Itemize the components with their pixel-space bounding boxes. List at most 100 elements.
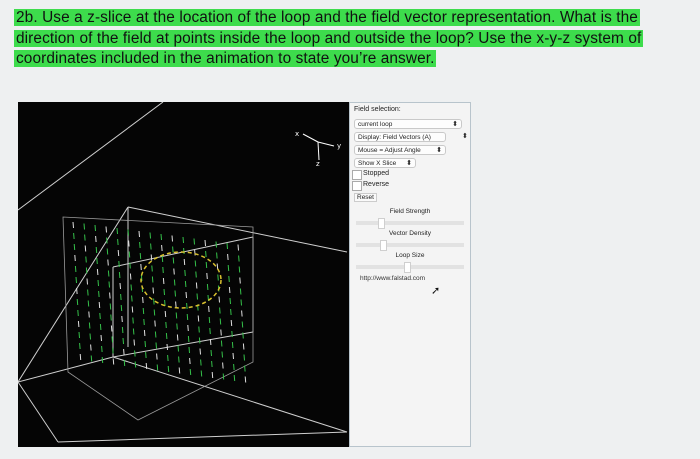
field-vector	[161, 255, 164, 263]
field-vector	[143, 329, 146, 337]
field-vector	[107, 270, 110, 277]
reverse-label: Reverse	[363, 181, 390, 188]
field-vector	[142, 296, 144, 304]
field-vector	[231, 341, 234, 349]
field-vector	[241, 321, 244, 328]
field-vector	[167, 365, 170, 373]
field-vector	[155, 342, 157, 349]
box-edge	[112, 356, 348, 433]
field-vector	[238, 255, 240, 262]
stopped-checkbox[interactable]	[352, 170, 362, 180]
field-vector	[151, 276, 154, 283]
field-3d-view[interactable]: x y z	[18, 102, 349, 447]
field-vector	[83, 223, 85, 230]
field-vector	[228, 275, 230, 283]
field-vector	[98, 290, 100, 298]
field-vector	[129, 262, 131, 269]
field-vector	[151, 265, 153, 272]
field-vector	[217, 274, 219, 281]
field-vector	[111, 336, 113, 343]
loop-size-slider[interactable]	[356, 262, 464, 273]
field-vector	[200, 359, 202, 366]
field-vector	[239, 277, 241, 284]
field-vector	[132, 328, 135, 335]
vector-density-handle[interactable]	[380, 240, 387, 251]
field-vector	[226, 242, 228, 250]
field-vector	[128, 251, 131, 258]
question-line-2: direction of the field at points inside …	[14, 29, 644, 47]
field-vector	[75, 276, 77, 284]
field-vector	[85, 256, 87, 263]
field-vector	[85, 267, 88, 274]
field-vector	[227, 264, 230, 272]
field-vector	[173, 279, 176, 286]
field-vector	[193, 238, 195, 245]
reset-button[interactable]: Reset	[354, 193, 377, 202]
field-vector	[121, 326, 124, 334]
field-vector	[197, 315, 200, 322]
field-vector	[230, 319, 233, 327]
y-axis-line	[317, 141, 335, 147]
field-vector	[72, 221, 74, 229]
field-vector	[166, 343, 168, 351]
reverse-checkbox[interactable]	[352, 181, 362, 191]
mouse-mode-value: Mouse = Adjust Angle	[358, 147, 421, 154]
field-vector	[99, 312, 101, 320]
field-vector	[123, 359, 126, 367]
field-vector	[122, 337, 124, 345]
field-vector	[222, 362, 224, 369]
field-vector	[185, 291, 187, 299]
field-vector	[174, 290, 176, 297]
field-vector	[106, 248, 109, 255]
field-vector	[117, 238, 119, 246]
field-vector	[142, 307, 145, 315]
field-vector	[94, 224, 96, 232]
field-vector	[116, 227, 118, 235]
field-vector	[194, 249, 196, 256]
field-vector	[144, 340, 146, 348]
field-vector	[209, 327, 211, 335]
field-vector	[134, 361, 137, 368]
field-vector	[145, 362, 148, 370]
vector-density-slider[interactable]	[356, 240, 464, 251]
slice-plane	[62, 216, 254, 421]
field-vector	[165, 321, 167, 329]
field-vector	[238, 266, 241, 273]
falstad-link[interactable]: http://www.falstad.com	[360, 275, 425, 282]
field-vector	[89, 333, 91, 340]
field-vector	[183, 247, 185, 255]
field-vector	[97, 279, 99, 287]
field-vector	[90, 355, 93, 362]
field-vector	[199, 348, 201, 355]
field-vector	[204, 239, 206, 247]
field-vector	[74, 265, 77, 273]
field-vector	[145, 351, 147, 359]
field-vector	[109, 292, 111, 299]
field-vector	[167, 354, 169, 362]
field-vector	[95, 246, 98, 254]
field-visualization-canvas[interactable]: x y z	[18, 102, 349, 447]
field-strength-handle[interactable]	[378, 218, 385, 229]
field-vector	[208, 305, 210, 313]
field-vector	[243, 354, 245, 361]
mouse-mode-dropdown[interactable]: Mouse = Adjust Angle ⬍	[354, 145, 446, 155]
field-vector	[242, 332, 244, 339]
field-vector	[112, 358, 115, 365]
display-dropdown[interactable]: Display: Field Vectors (A)	[354, 132, 446, 142]
field-vector	[98, 301, 101, 309]
chevron-updown-icon: ⬍	[436, 147, 442, 154]
field-vector	[86, 278, 88, 285]
mouse-cursor-icon: ➚	[431, 285, 441, 297]
field-vector	[232, 352, 234, 360]
loop-size-handle[interactable]	[404, 262, 411, 273]
vector-density-label: Vector Density	[389, 230, 431, 237]
slice-dropdown[interactable]: Show X Slice ⬍	[354, 158, 416, 168]
field-strength-slider[interactable]	[356, 218, 464, 229]
y-axis-label: y	[337, 142, 341, 150]
stopped-label: Stopped	[363, 170, 390, 177]
field-vector	[198, 326, 200, 333]
field-vector	[187, 335, 190, 343]
field-selection-dropdown[interactable]: current loop ⬍	[354, 119, 462, 129]
field-vector	[178, 356, 180, 363]
field-vector	[189, 357, 191, 365]
